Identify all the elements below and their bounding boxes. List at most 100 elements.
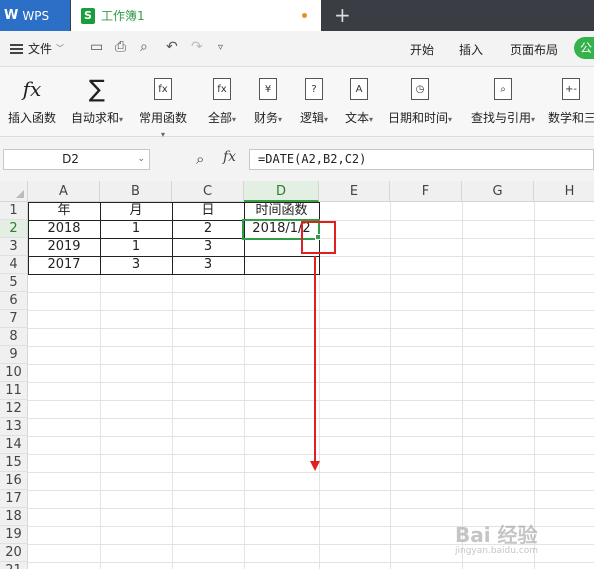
column-header-b[interactable]: B: [100, 181, 172, 202]
column-header-f[interactable]: F: [390, 181, 462, 202]
file-menu-label: 文件: [28, 42, 53, 56]
math-trig-label: 数学和三: [548, 111, 594, 125]
tab-insert[interactable]: 插入: [459, 41, 483, 58]
name-box[interactable]: D2 ⌄: [3, 149, 150, 170]
math-icon: +-: [562, 78, 580, 100]
common-functions-button[interactable]: fx 常用函数▾: [137, 75, 189, 140]
row-header[interactable]: 10: [0, 364, 28, 382]
column-header-g[interactable]: G: [462, 181, 534, 202]
cell-b4[interactable]: 3: [100, 256, 172, 274]
financial-button[interactable]: ¥ 财务▾: [250, 75, 286, 126]
customize-dropdown-icon[interactable]: ▿: [218, 42, 223, 53]
row-header[interactable]: 4: [0, 256, 28, 274]
star-fx-icon: fx: [154, 78, 172, 100]
grid-line: [28, 364, 594, 365]
new-tab-button[interactable]: +: [334, 3, 351, 27]
grid-line: [28, 382, 594, 383]
tab-page-layout[interactable]: 页面布局: [510, 41, 558, 58]
text-a-icon: A: [350, 78, 368, 100]
column-header-a[interactable]: A: [28, 181, 100, 202]
zoom-search-icon[interactable]: ⌕: [196, 150, 204, 168]
cell-c4[interactable]: 3: [172, 256, 244, 274]
annotation-arrow-line: [314, 256, 316, 462]
row-header[interactable]: 2: [0, 220, 28, 238]
tab-formulas[interactable]: 公: [574, 37, 594, 59]
cell-b2[interactable]: 1: [100, 220, 172, 238]
row-header[interactable]: 17: [0, 490, 28, 508]
row-header[interactable]: 1: [0, 202, 28, 220]
insert-function-button[interactable]: fx 插入函数: [6, 75, 58, 126]
ribbon-toolbar: fx 插入函数 ∑ 自动求和▾ fx 常用函数▾ fx 全部▾ ¥ 财务▾ ? …: [0, 67, 594, 140]
grid-line: [28, 472, 594, 473]
watermark-url: jingyan.baidu.com: [455, 546, 539, 556]
row-header[interactable]: 11: [0, 382, 28, 400]
row-header[interactable]: 5: [0, 274, 28, 292]
redo-icon[interactable]: ↷: [191, 39, 203, 55]
undo-icon[interactable]: ↶: [166, 39, 178, 55]
chevron-down-icon[interactable]: ⌄: [137, 150, 145, 169]
formula-bar: D2 ⌄ ⌕ fx =DATE(A2,B2,C2): [0, 137, 594, 181]
logical-button[interactable]: ? 逻辑▾: [296, 75, 332, 126]
cell-c1[interactable]: 日: [172, 202, 244, 220]
print-icon[interactable]: ⎙: [115, 39, 126, 55]
math-trig-button[interactable]: +- 数学和三: [548, 75, 594, 126]
row-header[interactable]: 9: [0, 346, 28, 364]
app-tab-wps[interactable]: W WPS: [0, 0, 70, 31]
print-preview-icon[interactable]: ⌕: [140, 39, 148, 55]
annotation-highlight-box: [301, 221, 336, 254]
row-header[interactable]: 7: [0, 310, 28, 328]
cell-a1[interactable]: 年: [28, 202, 100, 220]
row-header[interactable]: 8: [0, 328, 28, 346]
grid-line: [28, 328, 594, 329]
row-header[interactable]: 16: [0, 472, 28, 490]
grid-line: [28, 454, 594, 455]
text-functions-button[interactable]: A 文本▾: [341, 75, 377, 126]
row-header[interactable]: 6: [0, 292, 28, 310]
chevron-down-icon: ▾: [278, 115, 283, 124]
cell-b1[interactable]: 月: [100, 202, 172, 220]
row-header[interactable]: 15: [0, 454, 28, 472]
fx-box-icon: fx: [213, 78, 231, 100]
row-header[interactable]: 12: [0, 400, 28, 418]
cell-c2[interactable]: 2: [172, 220, 244, 238]
column-header-h[interactable]: H: [534, 181, 594, 202]
spreadsheet-grid[interactable]: A B C D E F G H 1 2 3 4 5 6 7 8 9 10 11 …: [0, 181, 594, 569]
spreadsheet-icon: S: [81, 7, 95, 24]
formula-input[interactable]: =DATE(A2,B2,C2): [249, 149, 594, 170]
cell-c3[interactable]: 3: [172, 238, 244, 256]
all-functions-button[interactable]: fx 全部▾: [204, 75, 240, 126]
file-menu-button[interactable]: 文件 ﹀: [10, 40, 64, 57]
fx-icon[interactable]: fx: [223, 149, 236, 165]
unsaved-dot-icon: [302, 13, 307, 18]
document-tab[interactable]: S 工作簿1: [71, 0, 321, 31]
watermark-text: Bai 经验: [455, 523, 538, 547]
column-header-d[interactable]: D: [244, 181, 319, 202]
row-header[interactable]: 13: [0, 418, 28, 436]
baidu-watermark: Bai 经验 jingyan.baidu.com: [455, 519, 538, 556]
select-all-corner[interactable]: [0, 181, 28, 202]
lookup-reference-button[interactable]: ⌕ 查找与引用▾: [467, 75, 539, 126]
row-header[interactable]: 19: [0, 526, 28, 544]
cell-a2[interactable]: 2018: [28, 220, 100, 238]
row-header[interactable]: 21: [0, 562, 28, 569]
search-doc-icon: ⌕: [494, 78, 512, 100]
all-functions-label: 全部: [207, 111, 232, 125]
tab-home[interactable]: 开始: [410, 41, 434, 58]
column-header-c[interactable]: C: [172, 181, 244, 202]
financial-label: 财务: [253, 111, 278, 125]
autosum-button[interactable]: ∑ 自动求和▾: [68, 75, 126, 126]
cell-d1[interactable]: 时间函数: [244, 202, 319, 220]
row-header[interactable]: 18: [0, 508, 28, 526]
date-time-button[interactable]: ◷ 日期和时间▾: [386, 75, 454, 126]
cell-a3[interactable]: 2019: [28, 238, 100, 256]
column-header-e[interactable]: E: [319, 181, 390, 202]
save-icon[interactable]: ▭: [90, 39, 103, 55]
row-header[interactable]: 3: [0, 238, 28, 256]
row-header[interactable]: 20: [0, 544, 28, 562]
cell-b3[interactable]: 1: [100, 238, 172, 256]
clock-icon: ◷: [411, 78, 429, 100]
wps-logo-icon: W: [4, 8, 19, 23]
cell-a4[interactable]: 2017: [28, 256, 100, 274]
grid-line: [28, 346, 594, 347]
row-header[interactable]: 14: [0, 436, 28, 454]
